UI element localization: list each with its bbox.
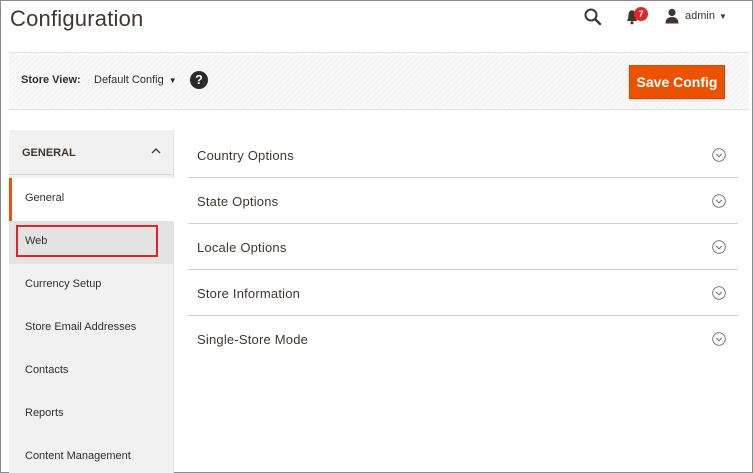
sidebar-group-title: GENERAL [22, 147, 76, 159]
help-icon[interactable]: ? [190, 71, 208, 89]
sidebar-item-web[interactable]: Web [9, 221, 174, 264]
section-locale-options[interactable]: Locale Options [188, 224, 738, 270]
user-icon [665, 8, 679, 24]
section-title: Country Options [197, 148, 294, 163]
chevron-down-icon: ▼ [718, 11, 727, 21]
sidebar-item-label: Store Email Addresses [25, 321, 137, 333]
expand-circle-icon[interactable] [712, 332, 726, 346]
chevron-up-icon [151, 148, 161, 154]
sidebar-item-reports[interactable]: Reports [9, 393, 174, 436]
admin-user-menu[interactable]: admin ▼ [665, 7, 727, 25]
expand-circle-icon[interactable] [712, 240, 726, 254]
expand-circle-icon[interactable] [712, 286, 726, 300]
section-single-store-mode[interactable]: Single-Store Mode [188, 316, 738, 362]
user-name: admin [685, 10, 715, 22]
section-state-options[interactable]: State Options [188, 178, 738, 224]
expand-circle-icon[interactable] [712, 194, 726, 208]
config-sidebar: GENERAL General Web Currency Setup Store… [9, 130, 174, 473]
sidebar-item-label: Web [25, 235, 48, 247]
section-title: Single-Store Mode [197, 332, 309, 347]
section-country-options[interactable]: Country Options [188, 132, 738, 178]
sidebar-item-label: Contacts [25, 364, 69, 376]
sidebar-item-general[interactable]: General [9, 178, 174, 221]
sidebar-item-label: General [25, 192, 65, 204]
section-title: Store Information [197, 286, 301, 301]
sidebar-item-label: Reports [25, 407, 64, 419]
page-title: Configuration [10, 6, 144, 31]
sidebar-item-content-management[interactable]: Content Management [9, 436, 174, 473]
sidebar-item-store-email-addresses[interactable]: Store Email Addresses [9, 307, 174, 350]
store-view-bar: Store View: Default Config ▼ ? Save Conf… [9, 52, 749, 110]
search-icon[interactable] [583, 7, 603, 27]
config-sections: Country Options State Options Locale Opt… [188, 132, 738, 362]
sidebar-item-label: Currency Setup [25, 278, 102, 290]
sidebar-items: General Web Currency Setup Store Email A… [9, 178, 174, 473]
expand-circle-icon[interactable] [712, 148, 726, 162]
sidebar-item-contacts[interactable]: Contacts [9, 350, 174, 393]
save-config-button[interactable]: Save Config [629, 65, 725, 99]
store-view-label: Store View: [21, 74, 81, 86]
notification-count-badge[interactable]: 7 [634, 7, 648, 21]
page-frame: Configuration 7 admin ▼ Store View: Defa… [0, 0, 753, 473]
sidebar-item-currency-setup[interactable]: Currency Setup [9, 264, 174, 307]
section-store-information[interactable]: Store Information [188, 270, 738, 316]
section-title: Locale Options [197, 240, 287, 255]
chevron-down-icon: ▼ [168, 75, 177, 85]
section-title: State Options [197, 194, 279, 209]
sidebar-group-general[interactable]: GENERAL [9, 130, 174, 175]
store-view-value: Default Config [94, 74, 164, 86]
sidebar-item-label: Content Management [25, 450, 131, 462]
store-view-switcher[interactable]: Default Config ▼ [94, 74, 177, 86]
